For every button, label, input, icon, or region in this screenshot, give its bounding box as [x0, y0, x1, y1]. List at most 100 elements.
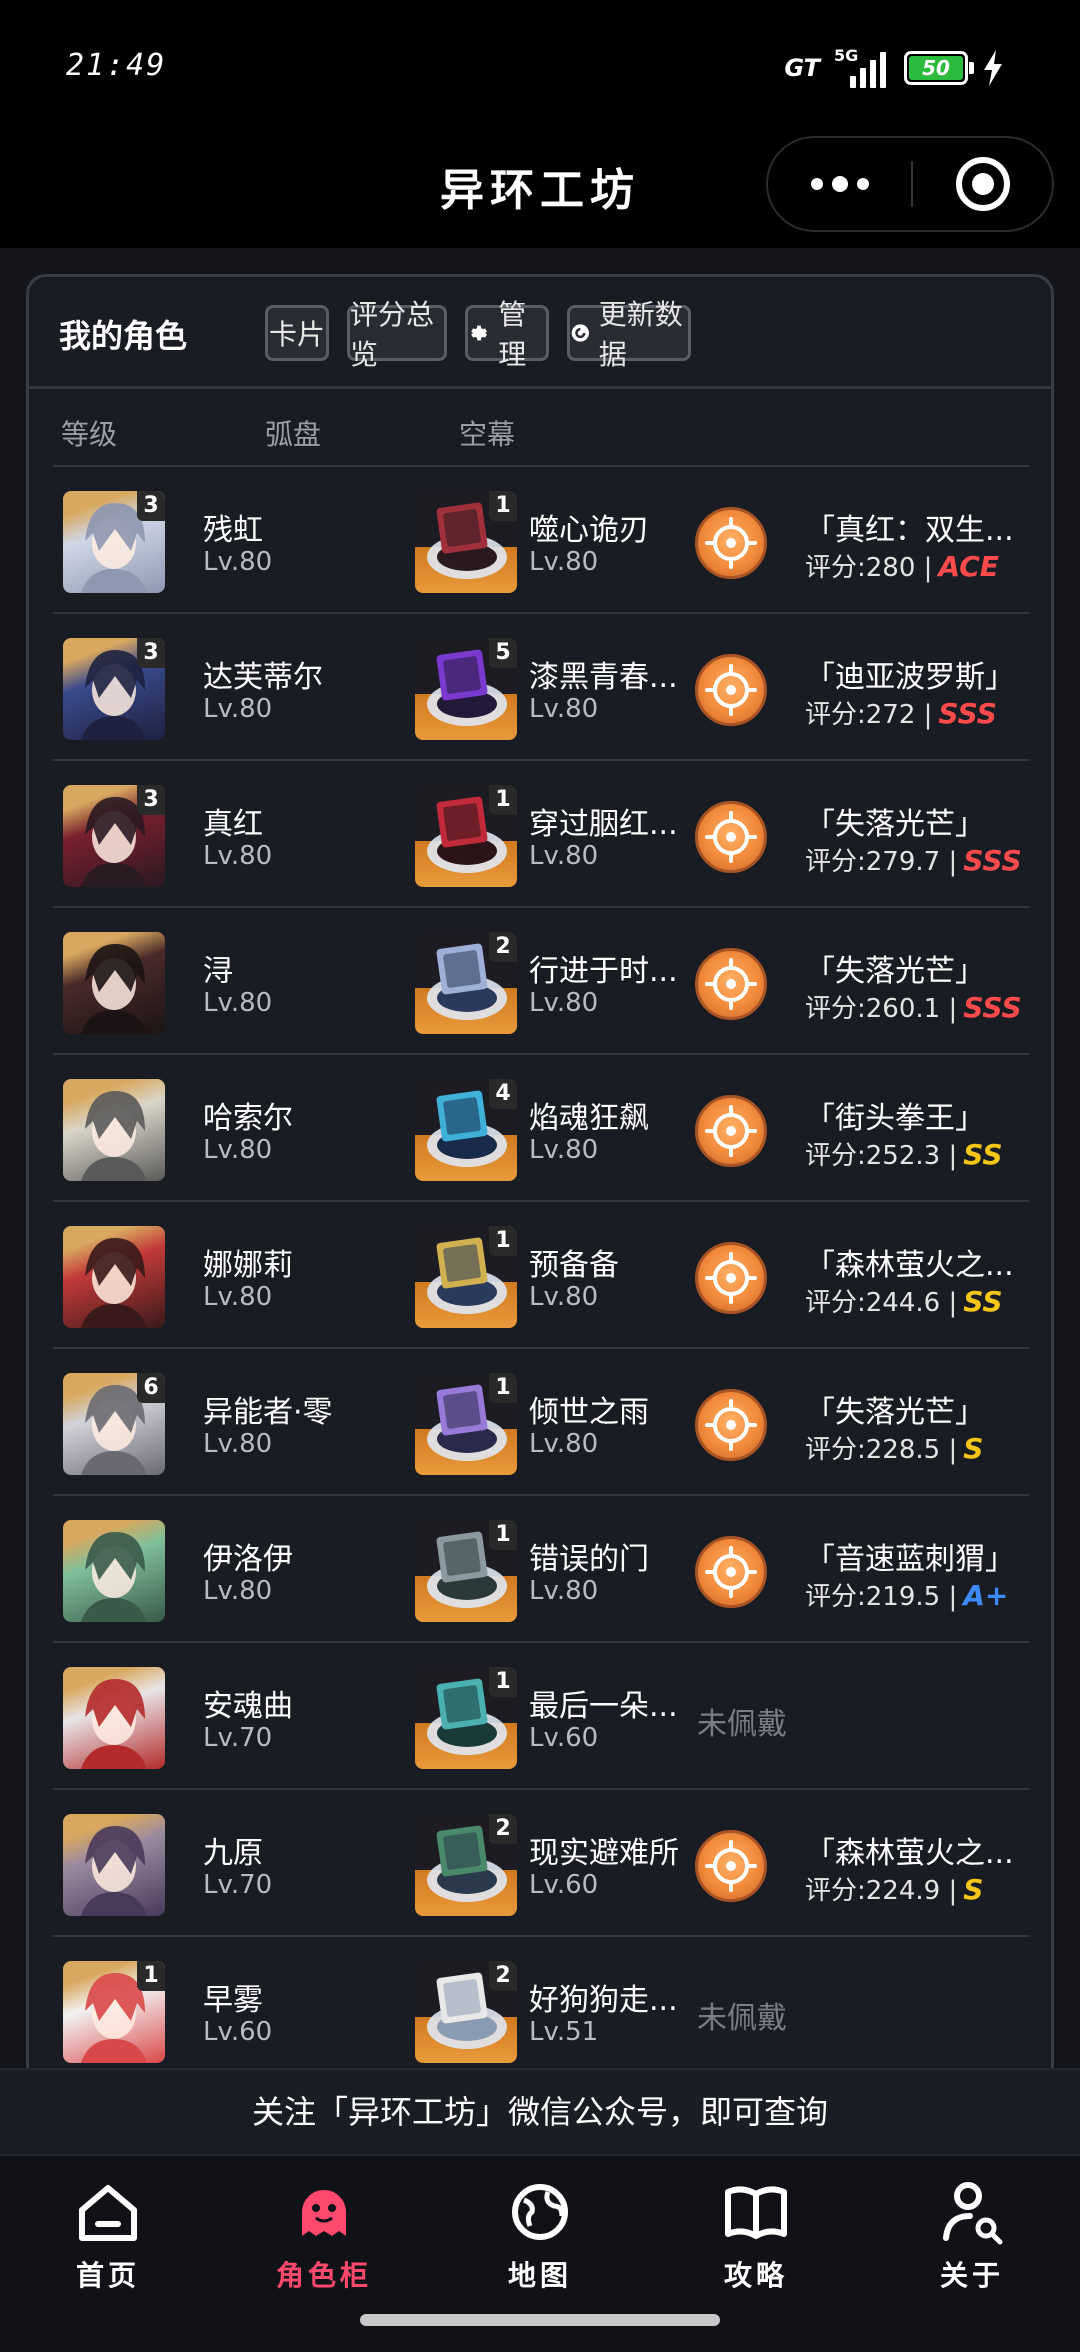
disk-level: Lv.80: [529, 841, 599, 871]
follow-banner[interactable]: 关注「异环工坊」微信公众号，即可查询: [0, 2068, 1080, 2154]
score-overview-button[interactable]: 评分总览: [347, 298, 447, 371]
disk-image: 4: [415, 1079, 517, 1181]
disk-image: 2: [415, 1814, 517, 1916]
home-indicator[interactable]: [360, 2314, 720, 2326]
score-value: 评分:228.5 |: [805, 1435, 958, 1465]
character-portrait: [81, 944, 147, 1034]
book-icon: [725, 2186, 787, 2239]
update-data-button[interactable]: 更新数据: [567, 298, 691, 371]
core-score: 评分:252.3 | SS: [805, 1135, 1003, 1172]
content-area: 我的角色 卡片 评分总览 管理 更新数据 等级 弧盘 空幕 3 残虹 Lv.80 1 噬…: [0, 248, 1080, 2174]
disk-level: Lv.80: [529, 1429, 599, 1459]
character-portrait: [81, 1238, 147, 1328]
close-button[interactable]: [913, 138, 1052, 230]
disk-image: 2: [415, 932, 517, 1034]
star-emblem-icon: [695, 1095, 767, 1167]
disk-image: 2: [415, 1961, 517, 2063]
core-name: 「真红：双生...: [805, 513, 1014, 548]
character-row[interactable]: 伊洛伊 Lv.80 1 错误的门 Lv.80 「音速蓝刺猬」 评分:219.5 | A+: [53, 1494, 1029, 1641]
core-score: 评分:228.5 | S: [805, 1429, 983, 1466]
tab-about-label: 关于: [939, 2259, 1004, 2292]
character-row[interactable]: 3 真红 Lv.80 1 穿过胭红... Lv.80 「失落光芒」 评分:279.7 | SSS: [53, 759, 1029, 906]
disk-name: 焰魂狂飙: [529, 1101, 649, 1136]
score-value: 评分:279.7 |: [805, 847, 958, 877]
disk-level: Lv.80: [529, 694, 599, 724]
disk-level: Lv.60: [529, 1723, 599, 1753]
core-score: 评分:279.7 | SSS: [805, 841, 1022, 878]
manage-button-label: 管理: [498, 298, 527, 371]
core-score: 评分:280 | ACE: [805, 547, 999, 584]
card-button[interactable]: 卡片: [265, 305, 329, 361]
character-row[interactable]: 3 残虹 Lv.80 1 噬心诡刃 Lv.80 「真红：双生... 评分:280 | ACE: [53, 465, 1029, 612]
character-row[interactable]: 安魂曲 Lv.70 1 最后一朵... Lv.60 未佩戴: [53, 1641, 1029, 1788]
character-level: Lv.80: [203, 1429, 273, 1459]
tab-guide[interactable]: 攻略: [648, 2176, 864, 2306]
disk-stars: 1: [489, 785, 517, 815]
moon-emblem-icon: [695, 654, 767, 726]
grade-badge: SSS: [963, 844, 1022, 877]
card-button-label: 卡片: [268, 318, 325, 351]
core-name: 「迪亚波罗斯」: [805, 660, 1015, 695]
character-row[interactable]: 九原 Lv.70 2 现实避难所 Lv.60 「森林萤火之... 评分:224.9 | S: [53, 1788, 1029, 1935]
core-name: 「失落光芒」: [805, 954, 985, 989]
core-name: 「音速蓝刺猬」: [805, 1542, 1015, 1577]
disk-level: Lv.80: [529, 1135, 599, 1165]
disk-name: 倾世之雨: [529, 1395, 649, 1430]
tab-characters-label: 角色柜: [275, 2259, 372, 2292]
battery-level: 50: [909, 56, 963, 80]
score-overview-label: 评分总览: [350, 298, 435, 371]
character-name: 安魂曲: [203, 1689, 293, 1724]
grade-badge: S: [963, 1873, 984, 1906]
disk-stars: 2: [489, 1814, 517, 1844]
disk-name: 现实避难所: [529, 1836, 679, 1871]
status-bar: 21:49 GT 5G 50: [0, 0, 1080, 130]
character-avatar: [63, 1520, 165, 1622]
disk-level: Lv.80: [529, 547, 599, 577]
core-score: 评分:244.6 | SS: [805, 1282, 1003, 1319]
character-row[interactable]: 哈索尔 Lv.80 4 焰魂狂飙 Lv.80 「街头拳王」 评分:252.3 | SS: [53, 1053, 1029, 1200]
grade-badge: A+: [963, 1579, 1009, 1612]
character-stars: 3: [137, 638, 165, 668]
mini-program-capsule: [766, 136, 1054, 232]
disk-image: 1: [415, 491, 517, 593]
panel-title: 我的角色: [59, 317, 188, 355]
signal-icon: 5G: [834, 46, 890, 88]
status-time: 21:49: [66, 48, 167, 83]
more-dots-icon[interactable]: [768, 138, 911, 230]
disk-name: 最后一朵...: [529, 1689, 678, 1724]
character-row[interactable]: 6 异能者·零 Lv.80 1 倾世之雨 Lv.80 「失落光芒」 评分:228.5 | S: [53, 1347, 1029, 1494]
grade-badge: SSS: [963, 991, 1022, 1024]
character-name: 伊洛伊: [203, 1542, 293, 1577]
character-row[interactable]: 3 达芙蒂尔 Lv.80 5 漆黑青春... Lv.80 「迪亚波罗斯」 评分:272 | SS…: [53, 612, 1029, 759]
user-search-icon: [943, 2182, 1003, 2245]
character-portrait: [81, 1091, 147, 1181]
disk-level: Lv.60: [529, 1870, 599, 1900]
character-panel: 我的角色 卡片 评分总览 管理 更新数据 等级 弧盘 空幕 3 残虹 Lv.80 1 噬…: [26, 274, 1054, 2174]
character-row[interactable]: 1 早雾 Lv.60 2 好狗狗走... Lv.51 未佩戴: [53, 1935, 1029, 2082]
tab-map[interactable]: 地图: [432, 2176, 648, 2306]
character-avatar: 3: [63, 785, 165, 887]
target-ring-icon: [955, 157, 1010, 211]
column-header-core: 空幕: [459, 418, 516, 451]
character-avatar: 6: [63, 1373, 165, 1475]
character-row[interactable]: 娜娜莉 Lv.80 1 预备备 Lv.80 「森林萤火之... 评分:244.6 | SS: [53, 1200, 1029, 1347]
character-name: 异能者·零: [203, 1395, 333, 1430]
gear-icon: [471, 325, 487, 341]
tab-about[interactable]: 关于: [864, 2176, 1080, 2306]
column-header-level: 等级: [61, 418, 118, 451]
disk-stars: 1: [489, 1520, 517, 1550]
character-level: Lv.80: [203, 841, 273, 871]
tab-characters[interactable]: 角色柜: [216, 2176, 432, 2306]
grade-badge: SS: [963, 1285, 1003, 1318]
character-list: 3 残虹 Lv.80 1 噬心诡刃 Lv.80 「真红：双生... 评分:280 | ACE 3 达…: [53, 465, 1029, 2082]
score-value: 评分:280 |: [805, 553, 933, 583]
disk-name: 漆黑青春...: [529, 660, 678, 695]
manage-button[interactable]: 管理: [465, 298, 549, 371]
disk-level: Lv.80: [529, 988, 599, 1018]
tab-home[interactable]: 首页: [0, 2176, 216, 2306]
character-stars: 3: [137, 491, 165, 521]
disk-stars: 1: [489, 1667, 517, 1697]
tab-guide-label: 攻略: [723, 2259, 788, 2292]
character-row[interactable]: 浔 Lv.80 2 行进于时... Lv.80 「失落光芒」 评分:260.1 | SSS: [53, 906, 1029, 1053]
core-name: 「失落光芒」: [805, 1395, 985, 1430]
